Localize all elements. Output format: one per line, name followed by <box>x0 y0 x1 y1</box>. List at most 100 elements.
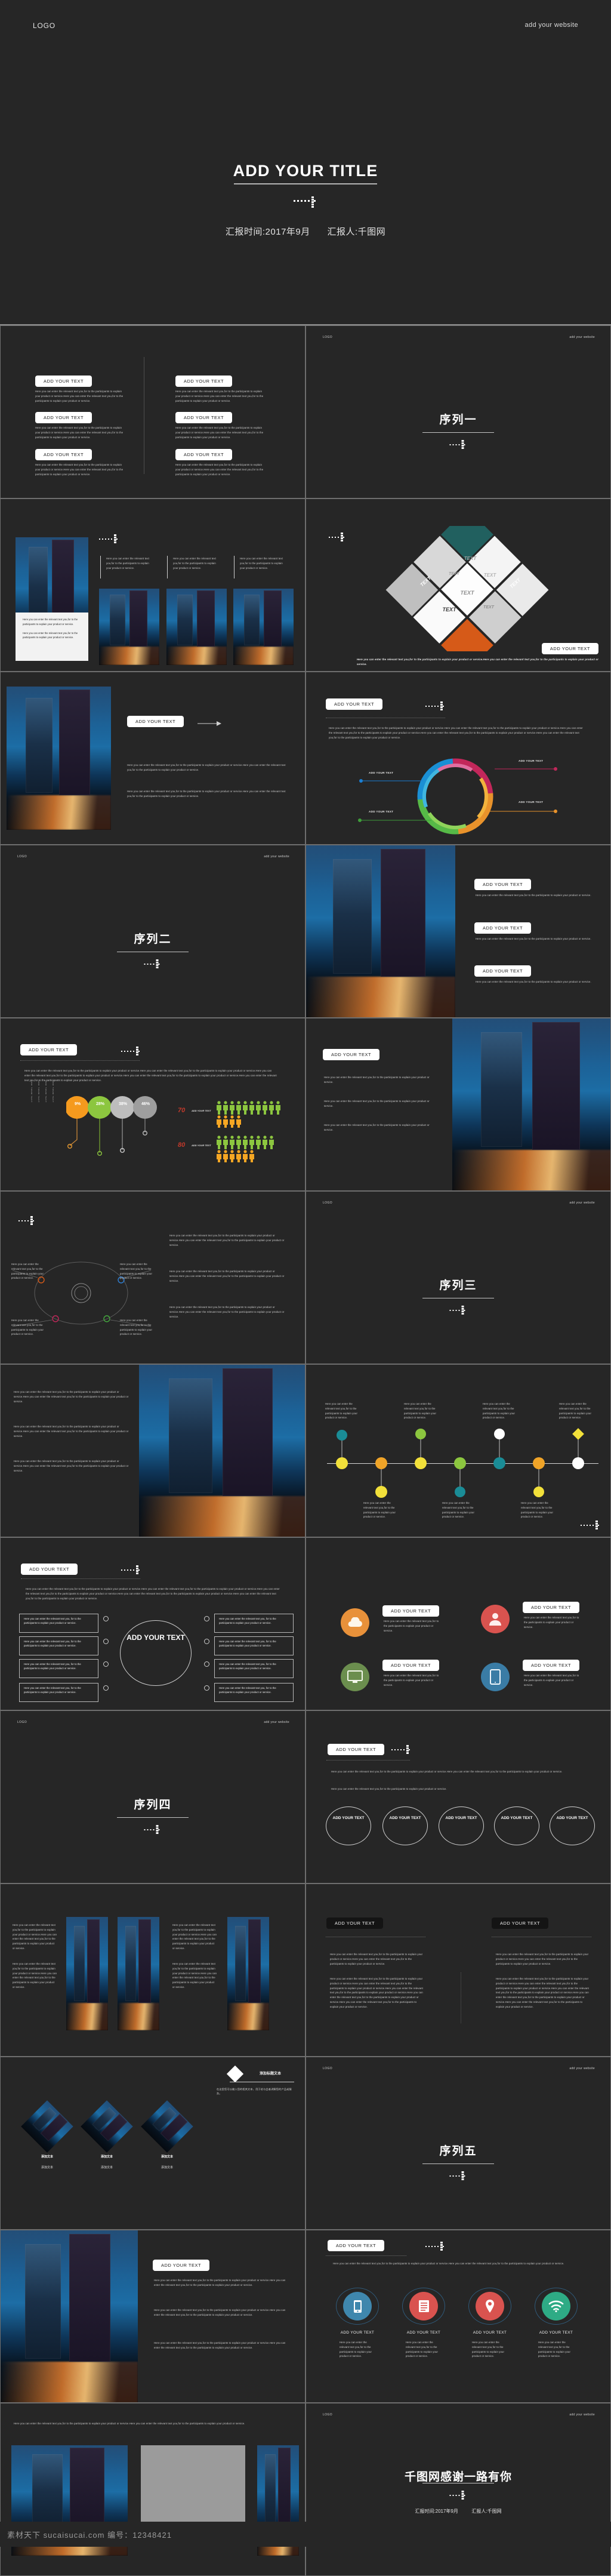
ring-chart <box>358 758 557 835</box>
slide-section-2[interactable]: LOGO add your website 序列二 <box>0 845 306 1018</box>
chip-button[interactable]: ADD YOUR TEXT <box>474 878 532 890</box>
info-box[interactable]: Here you can enter the relevant text you… <box>214 1659 294 1678</box>
circle-item[interactable] <box>550 1806 595 1845</box>
chip-button[interactable]: ADD YOUR TEXT <box>492 1917 549 1929</box>
side-text: Here you can enter the relevant text you… <box>169 1270 285 1282</box>
closing-meta: 汇报时间:2017年9月 汇报人:千图网 <box>306 2508 610 2515</box>
info-text: Here you can enter the relevant text you… <box>219 1617 276 1624</box>
template-preview-page: LOGO add your website ADD YOUR TITLE 汇报时… <box>0 0 611 2576</box>
section-underline <box>422 2163 494 2164</box>
chip-button[interactable]: ADD YOUR TEXT <box>326 698 383 710</box>
circle-item[interactable] <box>326 1806 371 1845</box>
dot-ornament-icon <box>121 1046 141 1057</box>
info-box[interactable]: Here you can enter the relevant text you… <box>19 1659 98 1678</box>
info-box[interactable]: Here you can enter the relevant text you… <box>214 1614 294 1633</box>
slide-balloon-chart[interactable]: ADD YOUR TEXT Here you can enter the rel… <box>0 1018 306 1191</box>
slide-text-photo[interactable]: Here you can enter the relevant text you… <box>0 1364 306 1537</box>
slide-two-col-long-text[interactable]: ADD YOUR TEXT Here you can enter the rel… <box>306 1883 611 2057</box>
info-text: Here you can enter the relevant text you… <box>24 1617 81 1624</box>
pictogram-number: 80 <box>178 1141 186 1149</box>
diamond-photo-item[interactable]: 添加文本 添加文本 <box>141 2100 193 2169</box>
slide-round-icons[interactable]: ADD YOUR TEXT Here you can enter the rel… <box>306 2230 611 2403</box>
chip-button[interactable]: ADD YOUR TEXT <box>153 2259 210 2271</box>
column-text: Here you can enter the relevant text you… <box>13 1923 57 1950</box>
diamond-photo-item[interactable]: 添加文本 添加文本 <box>81 2100 133 2169</box>
diamond-diagram: TEXT TEXT TEXT TEXT TEXT TEXT TEXT TEXT <box>385 526 549 651</box>
city-photo <box>139 1365 305 1537</box>
slide-section-4[interactable]: LOGO add your website 序列四 <box>0 1710 306 1883</box>
info-text: Here you can enter the relevant text you… <box>24 1686 81 1694</box>
round-icon-item[interactable]: ADD YOUR TEXT Here you can enter the rel… <box>336 2288 379 2358</box>
chip-button[interactable]: ADD YOUR TEXT <box>382 1605 440 1617</box>
cloud-icon <box>341 1608 369 1637</box>
slide-five-circles[interactable]: ADD YOUR TEXT Here you can enter the rel… <box>306 1710 611 1883</box>
body-text: Here you can enter the relevant text you… <box>330 1953 423 1965</box>
chip-label: ADD YOUR TEXT <box>474 879 532 890</box>
slide-section-5[interactable]: LOGO add your website 序列五 <box>306 2057 611 2230</box>
slide-photo-right-text[interactable]: ADD YOUR TEXT Here you can enter the rel… <box>0 2230 306 2403</box>
slide-flat-icons[interactable]: ADD YOUR TEXT Here you can enter the rel… <box>306 1537 611 1710</box>
circle-item[interactable] <box>382 1806 428 1845</box>
slide-section-1[interactable]: LOGO add your website 序列一 <box>306 325 611 498</box>
slide-circular-diagram[interactable]: Here you can enter the relevant text you… <box>0 1191 306 1364</box>
chip-label: ADD YOUR TEXT <box>20 1044 78 1055</box>
chip-label: ADD YOUR TEXT <box>127 716 184 727</box>
slide-photo-placeholder[interactable]: Here you can enter the relevant text you… <box>0 2403 306 2576</box>
slide-closing[interactable]: LOGO add your website 千图网感谢一路有你 汇报时间:201… <box>306 2403 611 2576</box>
chip-label: ADD YOUR TEXT <box>326 1918 384 1929</box>
footnote-text: Here you can enter the relevant text you… <box>357 658 598 666</box>
round-icon-item[interactable]: ADD YOUR TEXT Here you can enter the rel… <box>535 2288 578 2358</box>
slide-diamond-photos[interactable]: 添加标题文本 在这里您可以输入您的相关文本，用于给与会者讲解您的产品或服务。 添… <box>0 2057 306 2230</box>
circle-item[interactable] <box>494 1806 539 1845</box>
slide-center-circle[interactable]: ADD YOUR TEXT Here you can enter the rel… <box>0 1537 306 1710</box>
icon-ring <box>535 2288 578 2325</box>
city-photo <box>166 589 227 665</box>
slide-photo-chips[interactable]: ADD YOUR TEXT Here you can enter the rel… <box>306 845 611 1018</box>
round-icon-item[interactable]: ADD YOUR TEXT Here you can enter the rel… <box>468 2288 511 2358</box>
item-title: 添加文本 <box>100 2155 113 2159</box>
chip-button[interactable]: ADD YOUR TEXT <box>541 642 598 654</box>
chip-button[interactable]: ADD YOUR TEXT <box>523 1659 580 1671</box>
ring-label: ADD YOUR TEXT <box>369 771 394 774</box>
chip-button[interactable]: ADD YOUR TEXT <box>328 2239 385 2251</box>
slide-timeline[interactable]: Here you can enter the relevant text you… <box>306 1364 611 1537</box>
dot-ornament-icon <box>99 534 119 544</box>
chip-button[interactable]: ADD YOUR TEXT <box>326 1917 384 1929</box>
slide-photo-columns[interactable]: Here you can enter the relevant text you… <box>0 498 306 672</box>
chip-label: ADD YOUR TEXT <box>35 412 92 423</box>
info-box[interactable]: Here you can enter the relevant text you… <box>214 1683 294 1702</box>
chip-button[interactable]: ADD YOUR TEXT <box>21 1563 78 1575</box>
value-label: 28% <box>95 1102 104 1106</box>
info-box[interactable]: Here you can enter the relevant text you… <box>19 1636 98 1655</box>
diagram-label: Here you can enter the relevant text you… <box>120 1263 153 1280</box>
info-box[interactable]: Here you can enter the relevant text you… <box>19 1683 98 1702</box>
info-box[interactable]: Here you can enter the relevant text you… <box>214 1636 294 1655</box>
chip-button[interactable]: ADD YOUR TEXT <box>523 1601 580 1613</box>
chip-button[interactable]: ADD YOUR TEXT <box>127 715 184 727</box>
slide-two-column-text[interactable]: ADD YOUR TEXT Here you can enter the rel… <box>0 325 306 498</box>
center-circle <box>120 1620 192 1686</box>
diamond-photo-item[interactable]: 添加文本 添加文本 <box>21 2100 73 2169</box>
city-photo <box>7 687 111 830</box>
slide-ring-chart[interactable]: ADD YOUR TEXT Here you can enter the rel… <box>306 672 611 845</box>
info-text: Here you can enter the relevant text you… <box>219 1663 276 1670</box>
round-icon-item[interactable]: ADD YOUR TEXT Here you can enter the rel… <box>402 2288 445 2358</box>
chip-button[interactable]: ADD YOUR TEXT <box>323 1048 380 1060</box>
slide-photo-wide[interactable]: ADD YOUR TEXT Here you can enter the rel… <box>306 1018 611 1191</box>
info-box[interactable]: Here you can enter the relevant text you… <box>19 1614 98 1633</box>
chip-button[interactable]: ADD YOUR TEXT <box>474 965 532 977</box>
info-text: Here you can enter the relevant text you… <box>24 1640 81 1647</box>
body-text: Here you can enter the relevant text you… <box>35 426 124 439</box>
monitor-icon <box>341 1663 369 1691</box>
slide-photo-text[interactable]: ADD YOUR TEXT Here you can enter the rel… <box>0 672 306 845</box>
slide-diamond-blocks[interactable]: TEXT TEXT TEXT TEXT TEXT TEXT TEXT TEXT … <box>306 498 611 672</box>
connector-dot <box>103 1685 109 1691</box>
circle-item[interactable] <box>439 1806 484 1845</box>
chip-label: ADD YOUR TEXT <box>35 449 92 460</box>
chip-button[interactable]: ADD YOUR TEXT <box>20 1044 78 1055</box>
chip-button[interactable]: ADD YOUR TEXT <box>382 1659 440 1671</box>
chip-button[interactable]: ADD YOUR TEXT <box>474 922 532 934</box>
slide-section-3[interactable]: LOGO add your website 序列三 <box>306 1191 611 1364</box>
chip-button[interactable]: ADD YOUR TEXT <box>328 1743 385 1755</box>
slide-photo-text-columns[interactable]: Here you can enter the relevant text you… <box>0 1883 306 2057</box>
